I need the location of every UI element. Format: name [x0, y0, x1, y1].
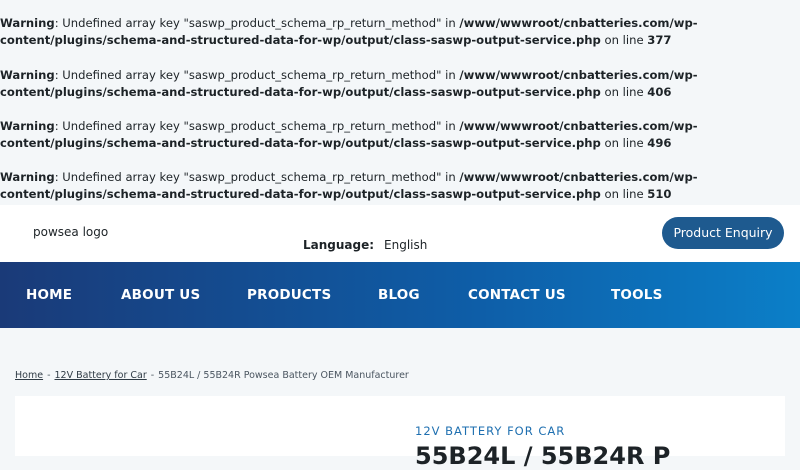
warning-on-line: on line	[600, 136, 648, 150]
product-enquiry-button[interactable]: Product Enquiry	[662, 217, 784, 249]
warning-line-number: 496	[647, 136, 672, 150]
warning-message: : Undefined array key "saswp_product_sch…	[54, 170, 460, 184]
php-warning: Warning: Undefined array key "saswp_prod…	[0, 169, 795, 203]
warning-on-line: on line	[600, 85, 648, 99]
warning-message: : Undefined array key "saswp_product_sch…	[54, 68, 460, 82]
warning-label: Warning	[0, 68, 55, 82]
warning-on-line: on line	[600, 187, 648, 201]
nav-item-blog[interactable]: BLOG	[378, 287, 420, 303]
warning-message: : Undefined array key "saswp_product_sch…	[54, 16, 460, 30]
php-warning: Warning: Undefined array key "saswp_prod…	[0, 118, 795, 152]
nav-item-products[interactable]: PRODUCTS	[247, 287, 331, 303]
breadcrumb-current: 55B24L / 55B24R Powsea Battery OEM Manuf…	[158, 370, 409, 381]
language-value[interactable]: English	[384, 238, 427, 252]
language-switcher[interactable]: Language: English	[303, 238, 427, 252]
breadcrumb: Home -12V Battery for Car -55B24L / 55B24R…	[15, 370, 409, 381]
site-logo[interactable]: powsea logo	[33, 225, 108, 239]
warning-message: : Undefined array key "saswp_product_sch…	[54, 119, 460, 133]
warning-on-line: on line	[600, 33, 648, 47]
breadcrumb-category[interactable]: 12V Battery for Car	[55, 370, 147, 381]
warning-label: Warning	[0, 119, 55, 133]
nav-item-tools[interactable]: TOOLS	[611, 287, 663, 303]
breadcrumb-home[interactable]: Home	[15, 370, 43, 381]
warning-line-number: 377	[647, 33, 672, 47]
php-warning: Warning: Undefined array key "saswp_prod…	[0, 15, 795, 49]
warning-line-number: 510	[647, 187, 672, 201]
language-label: Language:	[303, 238, 375, 252]
php-warning: Warning: Undefined array key "saswp_prod…	[0, 67, 795, 101]
nav-item-home[interactable]: HOME	[26, 287, 72, 303]
warning-label: Warning	[0, 170, 55, 184]
breadcrumb-separator: -	[47, 370, 51, 381]
nav-item-contact-us[interactable]: CONTACT US	[468, 287, 566, 303]
product-title: 55B24L / 55B24R P	[415, 442, 671, 470]
nav-item-about-us[interactable]: ABOUT US	[121, 287, 200, 303]
product-category[interactable]: 12V BATTERY FOR CAR	[415, 424, 565, 438]
product-card: 12V BATTERY FOR CAR 55B24L / 55B24R P	[15, 396, 785, 470]
warning-label: Warning	[0, 16, 55, 30]
breadcrumb-separator: -	[150, 370, 155, 381]
site-header: powsea logo Language: English Product Enq…	[0, 205, 800, 262]
warning-line-number: 406	[647, 85, 672, 99]
main-nav: HOME ABOUT US PRODUCTS BLOG CONTACT US T…	[0, 262, 800, 328]
